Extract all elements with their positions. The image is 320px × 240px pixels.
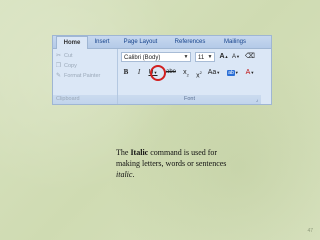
- ribbon-tab-bar: Home Insert Page Layout References Maili…: [53, 36, 271, 49]
- eraser-icon: ⌫: [245, 53, 255, 60]
- cut-button[interactable]: ✂ Cut: [55, 52, 73, 61]
- grow-font-button[interactable]: A▲: [219, 51, 229, 62]
- subscript-button[interactable]: x2: [181, 67, 191, 78]
- italic-button[interactable]: I: [134, 67, 144, 78]
- caption-pre: The: [116, 148, 131, 157]
- change-case-button[interactable]: Aa▼: [207, 67, 221, 78]
- font-color-button[interactable]: A▼: [243, 67, 257, 78]
- chevron-down-icon: ▼: [234, 70, 239, 75]
- tab-home[interactable]: Home: [56, 36, 88, 49]
- slide-caption: The Italic command is used for making le…: [116, 147, 236, 180]
- chevron-down-icon: ▼: [250, 70, 255, 75]
- font-group-label: Font: [118, 95, 261, 104]
- caret-up-icon: ▲: [224, 54, 229, 59]
- caret-down-icon: ▼: [236, 54, 240, 59]
- caption-end: .: [132, 170, 135, 179]
- underline-button[interactable]: U▼: [147, 67, 159, 78]
- caption-italic: italic: [116, 170, 133, 179]
- strikethrough-button[interactable]: abe: [164, 67, 178, 78]
- cut-label: Cut: [64, 53, 73, 59]
- font-group: Calibri (Body) ▼ 11 ▼ A▲ A▼ ⌫ B I U▼ abe: [118, 49, 261, 104]
- scissors-icon: ✂: [55, 53, 62, 59]
- tab-mailings[interactable]: Mailings: [216, 37, 254, 48]
- dialog-launcher-icon[interactable]: ⌟: [254, 97, 260, 103]
- chevron-down-icon: ▼: [216, 70, 221, 75]
- tab-references[interactable]: References: [168, 37, 212, 48]
- chevron-down-icon[interactable]: ▼: [206, 53, 214, 61]
- clear-formatting-button[interactable]: ⌫: [244, 51, 256, 62]
- text-highlight-label: ab: [227, 70, 235, 76]
- clipboard-group: ✂ Cut ❐ Copy ✎ Format Painter Clipboard: [53, 49, 118, 104]
- superscript-button[interactable]: x2: [194, 67, 204, 79]
- word-ribbon: Home Insert Page Layout References Maili…: [52, 35, 272, 105]
- slide: Home Insert Page Layout References Maili…: [0, 0, 320, 240]
- format-painter-label: Format Painter: [64, 73, 101, 79]
- copy-button[interactable]: ❐ Copy: [55, 62, 77, 71]
- font-size-value: 11: [198, 55, 205, 61]
- copy-label: Copy: [64, 63, 77, 69]
- tab-insert[interactable]: Insert: [89, 37, 115, 48]
- font-name-select[interactable]: Calibri (Body) ▼: [121, 52, 191, 62]
- font-name-value: Calibri (Body): [124, 55, 161, 61]
- copy-icon: ❐: [55, 63, 62, 69]
- caption-bold: Italic: [130, 148, 149, 157]
- text-highlight-button[interactable]: ab▼: [226, 67, 240, 78]
- format-painter-button[interactable]: ✎ Format Painter: [55, 72, 100, 81]
- clipboard-group-label: Clipboard: [53, 95, 117, 104]
- page-number: 47: [307, 228, 313, 234]
- shrink-font-button[interactable]: A▼: [231, 51, 241, 62]
- paintbrush-icon: ✎: [55, 73, 62, 79]
- chevron-down-icon[interactable]: ▼: [182, 53, 190, 61]
- chevron-down-icon: ▼: [153, 70, 158, 75]
- font-size-select[interactable]: 11 ▼: [195, 52, 215, 62]
- tab-page-layout[interactable]: Page Layout: [118, 37, 163, 48]
- bold-button[interactable]: B: [121, 67, 131, 78]
- change-case-label: Aa: [207, 69, 217, 76]
